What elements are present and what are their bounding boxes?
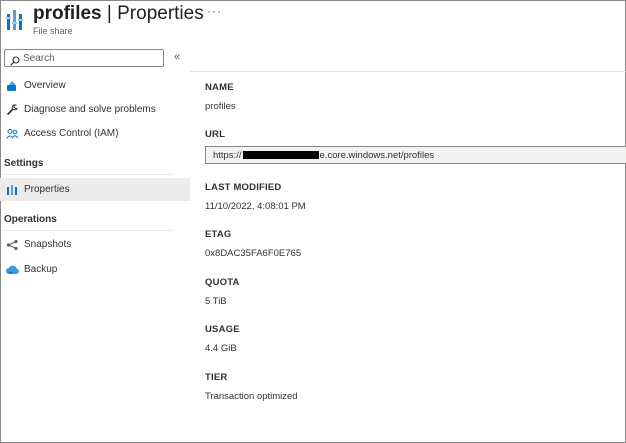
section-settings: Settings (4, 158, 44, 169)
sidebar-item-label: Backup (24, 264, 58, 275)
tier-value: Transaction optimized (205, 391, 298, 402)
backup-icon (5, 263, 19, 277)
sidebar-item-backup[interactable]: Backup (0, 258, 190, 281)
quota-value: 5 TiB (205, 296, 227, 307)
page-title: profiles | Properties (33, 3, 204, 25)
resource-name: profiles (33, 3, 102, 24)
sidebar-item-overview[interactable]: Overview (0, 74, 190, 97)
people-icon (5, 127, 19, 141)
tier-label: TIER (205, 372, 228, 383)
sidebar-item-properties[interactable]: Properties (0, 178, 190, 201)
sidebar-item-label: Properties (24, 184, 70, 195)
url-value: https:// e.core.windows.net/profiles (213, 150, 434, 161)
url-prefix: https:// (213, 150, 242, 161)
last-modified-value: 11/10/2022, 4:08:01 PM (205, 201, 306, 212)
title-separator: | (106, 3, 112, 24)
url-suffix: e.core.windows.net/profiles (319, 150, 435, 161)
section-operations: Operations (4, 214, 57, 225)
quota-label: QUOTA (205, 277, 240, 288)
sidebar-item-access-control[interactable]: Access Control (IAM) (0, 122, 190, 145)
url-label: URL (205, 129, 226, 140)
sidebar-item-label: Diagnose and solve problems (24, 104, 156, 115)
etag-label: ETAG (205, 229, 232, 240)
sidebar-item-diagnose[interactable]: Diagnose and solve problems (0, 98, 190, 121)
sidebar-item-label: Access Control (IAM) (24, 128, 119, 139)
redaction-bar (242, 151, 319, 159)
url-field[interactable]: https:// e.core.windows.net/profiles (205, 146, 626, 164)
sidebar-item-label: Snapshots (24, 239, 72, 250)
collapse-sidebar-button[interactable]: « (174, 51, 180, 63)
file-share-icon (6, 8, 24, 32)
search-input[interactable] (23, 51, 161, 65)
more-options-button[interactable]: ··· (207, 4, 222, 18)
usage-label: USAGE (205, 324, 240, 335)
sidebar-item-label: Overview (24, 80, 66, 91)
overview-icon (5, 79, 19, 93)
etag-value: 0x8DAC35FA6F0E765 (205, 248, 302, 259)
search-box[interactable] (4, 49, 164, 67)
blade-name: Properties (117, 3, 204, 24)
last-modified-label: LAST MODIFIED (205, 182, 282, 193)
name-label: NAME (205, 82, 234, 93)
wrench-icon (5, 103, 19, 117)
content-divider (190, 71, 626, 72)
resource-type: File share (33, 26, 73, 36)
sidebar-item-snapshots[interactable]: Snapshots (0, 233, 190, 256)
usage-value: 4.4 GiB (205, 343, 237, 354)
divider (4, 230, 174, 231)
properties-icon (5, 183, 19, 197)
divider (4, 174, 174, 175)
snapshots-icon (5, 238, 19, 252)
name-value: profiles (205, 101, 236, 112)
search-icon (10, 53, 20, 66)
